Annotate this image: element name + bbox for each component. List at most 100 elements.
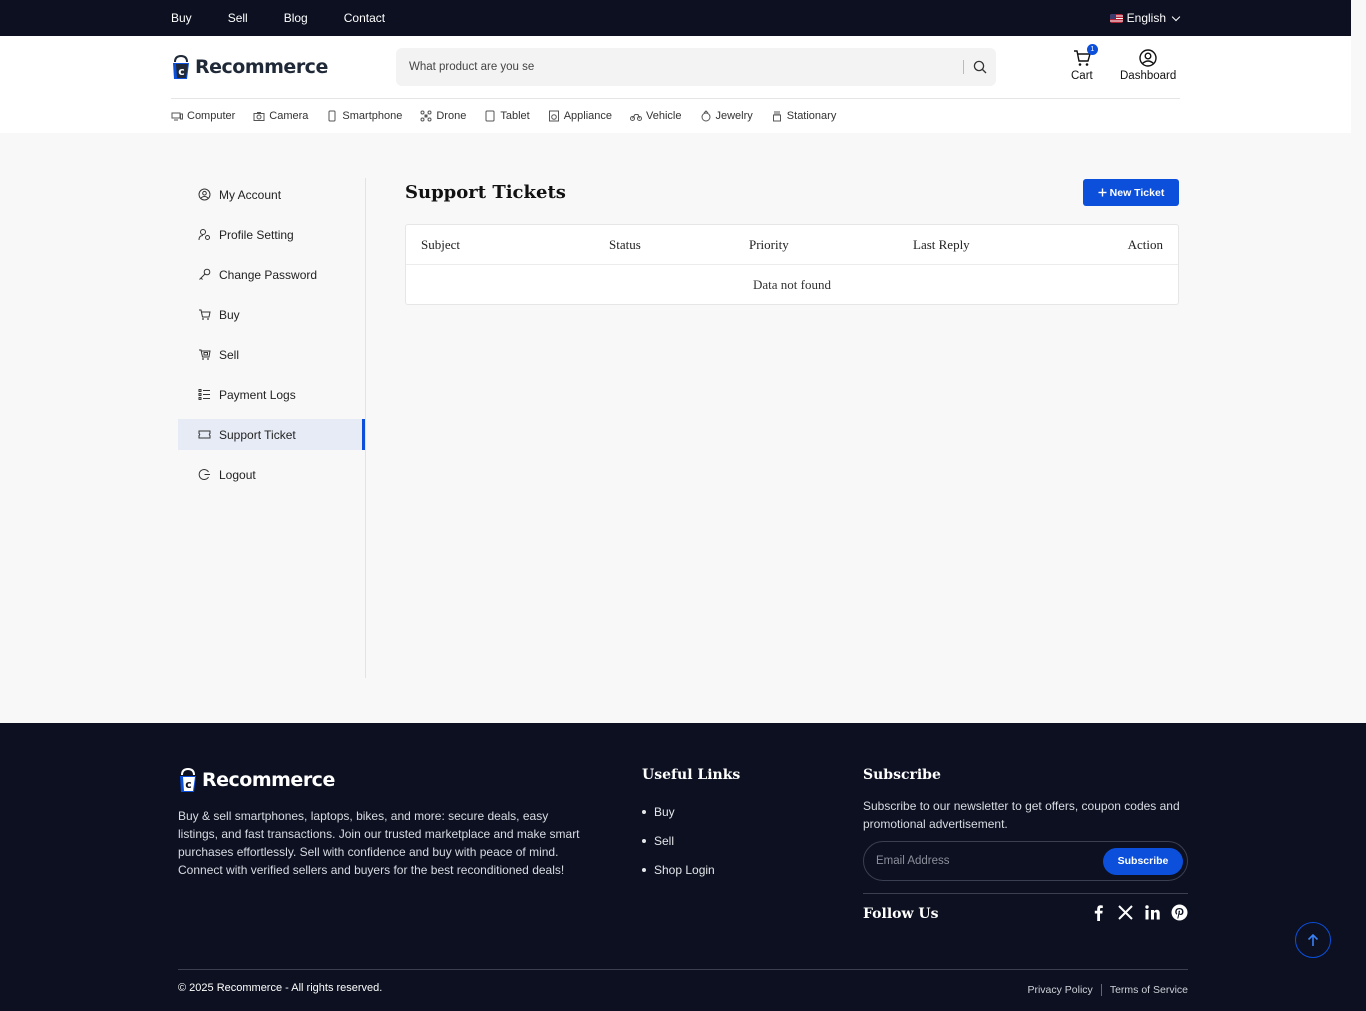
terms-of-service-link[interactable]: Terms of Service [1110, 984, 1188, 996]
dashboard-label: Dashboard [1120, 70, 1177, 82]
footer-link-shop-login[interactable]: Shop Login [642, 855, 715, 884]
appliance-icon [548, 110, 559, 122]
useful-links-list: Buy Sell Shop Login [642, 797, 715, 884]
footer-link-buy[interactable]: Buy [642, 797, 715, 826]
camera-icon [253, 112, 265, 121]
dashboard-button[interactable]: Dashboard [1120, 48, 1176, 82]
top-link-blog[interactable]: Blog [284, 11, 308, 25]
copyright: © 2025 Recommerce - All rights reserved. [178, 982, 383, 994]
footer-logo[interactable]: c Recommerce [178, 767, 335, 793]
sidebar-item-my-account[interactable]: My Account [178, 179, 365, 210]
category-nav: Computer Camera Smartphone Drone Tablet … [171, 108, 854, 124]
subscribe-form: Subscribe [863, 841, 1188, 881]
legal-separator [1100, 984, 1102, 996]
dashboard-icon-wrap [1138, 48, 1158, 68]
search-bar [396, 48, 996, 86]
sidebar-item-logout[interactable]: Logout [178, 459, 365, 490]
scroll-to-top-button[interactable] [1295, 922, 1331, 958]
category-label: Stationary [786, 110, 837, 122]
language-label: English [1126, 11, 1166, 25]
category-appliance[interactable]: Appliance [548, 110, 612, 122]
column-action: Action [1127, 237, 1163, 252]
sidebar-item-profile-setting[interactable]: Profile Setting [178, 219, 365, 250]
column-status: Status [609, 237, 641, 252]
category-stationary[interactable]: Stationary [771, 110, 837, 122]
column-subject: Subject [421, 237, 460, 252]
us-flag-icon [1109, 13, 1123, 23]
follow-us-title: Follow Us [863, 906, 939, 922]
plus-icon [1098, 188, 1107, 197]
useful-links-title: Useful Links [642, 767, 741, 783]
category-vehicle[interactable]: Vehicle [630, 110, 682, 122]
footer-description: Buy & sell smartphones, laptops, bikes, … [178, 809, 580, 877]
vehicle-icon [630, 114, 643, 121]
footer: c Recommerce Buy & sell smartphones, lap… [0, 723, 1366, 1011]
header-divider [171, 98, 1180, 99]
sell-cart-icon [199, 349, 211, 360]
arrow-up-icon [1307, 933, 1319, 946]
x-icon[interactable] [1117, 904, 1134, 921]
facebook-icon[interactable] [1090, 904, 1107, 921]
category-jewelry[interactable]: Jewelry [700, 110, 753, 122]
top-link-contact[interactable]: Contact [344, 11, 385, 25]
logout-icon [198, 469, 210, 480]
subscribe-text: Subscribe to our newsletter to get offer… [863, 799, 1180, 831]
sidebar-item-label: My Account [219, 187, 282, 202]
user-circle-icon [198, 188, 211, 201]
search-input[interactable] [396, 48, 963, 86]
stationary-icon [772, 111, 781, 122]
sidebar-item-payment-logs[interactable]: Payment Logs [178, 379, 365, 410]
page-title: Support Tickets [405, 182, 566, 203]
drone-icon [420, 110, 432, 122]
search-icon [973, 60, 987, 74]
tablet-icon [485, 110, 495, 122]
top-bar: Buy Sell Blog Contact English [0, 0, 1351, 36]
subscribe-title: Subscribe [863, 767, 941, 783]
sidebar-item-label: Change Password [219, 267, 318, 282]
category-label: Camera [269, 110, 309, 122]
social-links [1090, 904, 1188, 921]
search-button[interactable] [964, 48, 996, 86]
footer-link-sell[interactable]: Sell [642, 826, 715, 855]
column-last-reply: Last Reply [913, 237, 970, 252]
footer-bottom-divider [178, 969, 1188, 970]
brand-name: Recommerce [195, 56, 328, 78]
language-selector[interactable]: English [1109, 0, 1181, 36]
category-camera[interactable]: Camera [253, 110, 308, 122]
computer-icon [171, 112, 183, 121]
empty-state: Data not found [753, 277, 831, 292]
user-gear-icon [198, 229, 210, 241]
sidebar-item-sell[interactable]: Sell [178, 339, 365, 370]
logo-bag-icon: c [173, 54, 189, 79]
sidebar-item-label: Profile Setting [219, 227, 294, 242]
pinterest-icon[interactable] [1171, 904, 1188, 921]
new-ticket-button[interactable]: New Ticket [1083, 179, 1179, 206]
category-smartphone[interactable]: Smartphone [326, 110, 402, 122]
new-ticket-label: New Ticket [1109, 186, 1165, 199]
top-link-buy[interactable]: Buy [171, 11, 192, 25]
sidebar-item-label: Logout [219, 467, 256, 482]
category-label: Smartphone [342, 110, 403, 122]
email-input[interactable] [876, 855, 1103, 867]
cart-label: Cart [1071, 70, 1093, 82]
linkedin-icon[interactable] [1144, 904, 1161, 921]
top-link-sell[interactable]: Sell [228, 11, 248, 25]
column-priority: Priority [749, 237, 789, 252]
sidebar-item-label: Payment Logs [219, 387, 296, 402]
sidebar-item-label: Sell [219, 347, 240, 362]
user-circle-icon [1139, 49, 1157, 67]
cart-button[interactable]: 1 Cart [1071, 44, 1098, 82]
category-label: Computer [187, 110, 236, 122]
category-tablet[interactable]: Tablet [484, 110, 530, 122]
sidebar-item-buy[interactable]: Buy [178, 299, 365, 330]
subscribe-button[interactable]: Subscribe [1103, 847, 1183, 875]
sidebar-item-change-password[interactable]: Change Password [178, 259, 365, 290]
sidebar-item-label: Support Ticket [219, 427, 296, 442]
category-drone[interactable]: Drone [420, 110, 466, 122]
category-label: Drone [436, 110, 467, 122]
sidebar-item-support-ticket[interactable]: Support Ticket [178, 419, 365, 450]
legal-links: Privacy Policy Terms of Service [1027, 984, 1188, 996]
category-computer[interactable]: Computer [171, 110, 235, 122]
privacy-policy-link[interactable]: Privacy Policy [1027, 984, 1092, 996]
brand-logo[interactable]: c Recommerce [171, 52, 328, 82]
